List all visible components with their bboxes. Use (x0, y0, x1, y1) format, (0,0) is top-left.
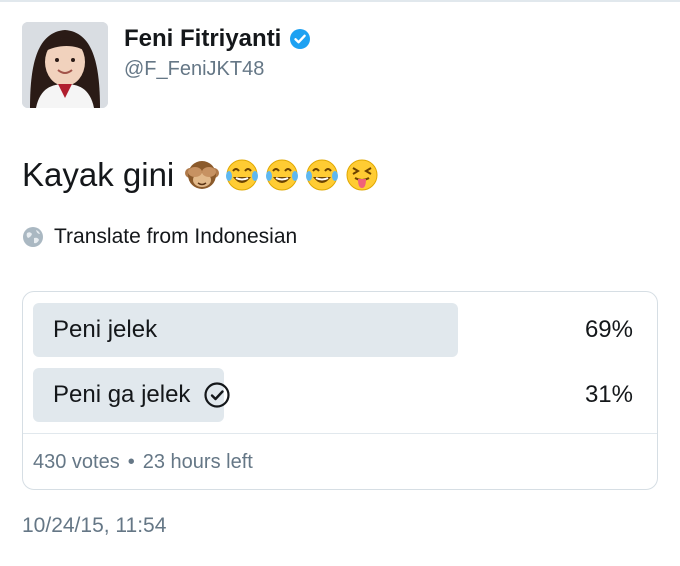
see-no-evil-monkey-icon (184, 157, 220, 193)
top-divider (0, 0, 680, 2)
tweet-timestamp[interactable]: 10/24/15, 11:54 (22, 510, 166, 542)
poll-option-1-text: Peni jelek (53, 316, 158, 343)
author-handle[interactable]: @F_FeniJKT48 (124, 58, 264, 81)
poll-option-2[interactable]: Peni ga jelek 31% (33, 368, 649, 422)
voted-check-icon (204, 382, 231, 408)
tears-of-joy-icon (224, 157, 260, 193)
verified-badge-icon (289, 28, 311, 50)
tweet-text-content: Kayak gini (22, 156, 175, 193)
translate-link[interactable]: Translate from Indonesian (22, 223, 297, 251)
globe-icon (22, 226, 44, 248)
poll-meta-separator: • (127, 450, 135, 473)
poll-option-2-percent: 31% (584, 381, 633, 408)
poll-option-2-label: Peni ga jelek (53, 368, 231, 422)
translate-label[interactable]: Translate from Indonesian (54, 225, 297, 249)
tweet-text: Kayak gini (22, 153, 384, 197)
poll-time-left: 23 hours left (142, 450, 253, 473)
poll-option-1[interactable]: Peni jelek 69% (33, 303, 649, 357)
tears-of-joy-icon (304, 157, 340, 193)
poll-option-1-percent: 69% (584, 316, 633, 343)
poll-divider (23, 433, 657, 434)
poll-option-2-text: Peni ga jelek (53, 381, 191, 408)
emoji-row (184, 157, 384, 193)
poll-option-1-label: Peni jelek (53, 303, 157, 357)
avatar[interactable] (22, 22, 108, 108)
author-name-row[interactable]: Feni Fitriyanti (124, 24, 311, 54)
author-name[interactable]: Feni Fitriyanti (124, 25, 281, 53)
squinting-tongue-icon (344, 157, 380, 193)
poll-votes: 430 votes (33, 450, 120, 473)
poll-card: Peni jelek 69% Peni ga jelek 31% 430 vot… (22, 291, 658, 490)
tears-of-joy-icon (264, 157, 300, 193)
poll-meta: 430 votes • 23 hours left (33, 442, 253, 482)
